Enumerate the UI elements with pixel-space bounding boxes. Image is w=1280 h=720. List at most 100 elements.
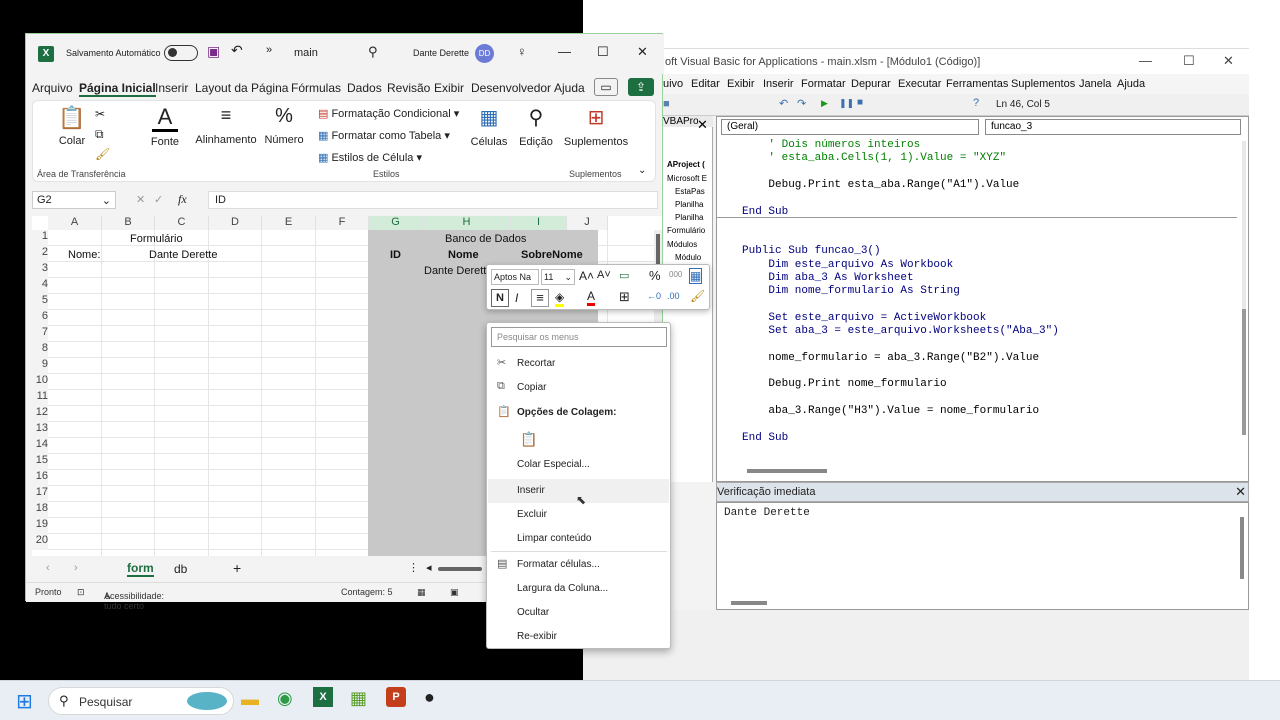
project-item[interactable]: Formulário [667,226,705,235]
menu-item-limpar[interactable]: Limpar conteúdo [517,533,592,544]
procedure-combo[interactable]: funcao_3 [985,119,1241,135]
font-color-icon[interactable]: A [587,289,596,306]
conditional-format-button[interactable]: ▤ Formatação Condicional ▾ [318,107,459,120]
code-line[interactable]: Debug.Print esta_aba.Range("A1").Value [742,179,1019,191]
project-item[interactable]: EstaPas [675,187,705,196]
vba-menu-suplementos[interactable]: Suplementos [1011,78,1075,90]
menu-item-copiar[interactable]: Copiar [517,382,546,393]
filename[interactable]: main [294,47,318,59]
row-header[interactable]: 10 [32,374,48,390]
ribbon-collapse-icon[interactable]: ⌄ [638,165,646,176]
powerpoint-icon[interactable]: P [386,687,406,707]
project-item[interactable]: Planilha [675,200,703,209]
column-header[interactable]: I [511,216,567,230]
excel-taskbar-icon[interactable]: X [313,687,333,707]
macro-record-icon[interactable]: ⊡ [77,587,85,598]
share-icon[interactable]: ⇪ [628,78,654,96]
avatar[interactable]: DD [475,44,494,63]
vba-menu-executar[interactable]: Executar [898,78,941,90]
code-line[interactable]: Public Sub funcao_3() [742,245,881,257]
tab-formulas[interactable]: Fórmulas [291,81,341,95]
close-icon[interactable]: ✕ [1223,53,1234,69]
save-icon[interactable]: ▣ [207,43,220,60]
shrink-font-icon[interactable]: A˅ [597,269,611,281]
column-header[interactable]: G [369,216,423,230]
decrease-decimal-icon[interactable]: .00 [667,291,680,301]
vba-menu-editar[interactable]: Editar [691,78,720,90]
immediate-hscrollbar[interactable] [731,601,767,605]
code-scrollbar[interactable] [1242,141,1246,435]
undo-icon[interactable]: ↶ [231,42,243,59]
fill-color-icon[interactable]: ◈ [555,290,565,307]
run-icon[interactable]: ▶ [821,98,828,109]
menu-item-formatar[interactable]: Formatar células... [517,559,600,570]
increase-decimal-icon[interactable]: ←0 [647,291,661,301]
maximize-icon[interactable]: ☐ [597,44,609,60]
borders-icon[interactable]: ⊞ [619,289,630,305]
cell-h3[interactable]: Dante Derett [424,265,486,277]
cell-nome-label[interactable]: Nome: [68,249,100,261]
cell-nome-value[interactable]: Dante Derette [149,249,217,261]
project-item[interactable]: Planilha [675,213,703,222]
taskbar-search[interactable]: ⚲ Pesquisar [48,687,234,715]
menu-item-inserir[interactable]: Inserir [517,485,545,496]
normal-view-icon[interactable]: ▦ [417,587,426,598]
column-header[interactable]: A [48,216,102,230]
vba-menu-exibir[interactable]: Exibir [727,78,755,90]
minimize-icon[interactable]: — [1139,53,1152,68]
row-header[interactable]: 4 [32,278,48,294]
cell-nome[interactable]: Nome [448,249,479,261]
row-header[interactable]: 12 [32,406,48,422]
code-line[interactable]: ' esta_aba.Cells(1, 1).Value = "XYZ" [742,152,1006,164]
paste-button[interactable]: 📋 Colar [45,105,99,147]
project-item[interactable]: Microsoft E [667,174,707,183]
addins-button[interactable]: ⊞ Suplementos [563,105,629,148]
cell-banco[interactable]: Banco de Dados [445,233,526,245]
sheet-tab-db[interactable]: db [174,562,187,576]
vba-taskbar-icon[interactable]: ▦ [350,688,367,709]
row-header[interactable]: 19 [32,518,48,534]
name-box[interactable]: G2 ⌄ [32,191,116,209]
help-icon[interactable]: ? [973,97,979,109]
object-combo[interactable]: (Geral) [721,119,979,135]
vba-menu-formatar[interactable]: Formatar [801,78,846,90]
code-line[interactable]: aba_3.Range("H3").Value = nome_formulari… [742,405,1039,417]
tab-ajuda[interactable]: Ajuda [554,81,585,95]
copy-icon[interactable]: ⧉ [95,127,104,142]
bold-button[interactable]: N [491,289,509,307]
cell-sobrenome[interactable]: SobreNome [521,249,583,261]
row-header[interactable]: 8 [32,342,48,358]
enter-icon[interactable]: ✓ [154,193,163,206]
menu-item-reexibir[interactable]: Re-exibir [517,631,557,642]
file-explorer-icon[interactable]: ▬ [241,689,259,710]
table-format-icon[interactable]: ▦ [689,268,703,284]
menu-item-largura[interactable]: Largura da Coluna... [517,583,608,594]
code-line[interactable]: ' Dois números inteiros [742,139,920,151]
vba-menu-depurar[interactable]: Depurar [851,78,891,90]
row-header[interactable]: 18 [32,502,48,518]
format-painter-icon[interactable]: 🖌 [690,289,705,303]
page-layout-icon[interactable]: ▣ [450,587,459,598]
code-line[interactable]: Dim nome_formulario As String [742,285,959,297]
lightbulb-icon[interactable]: ♀ [517,44,527,59]
column-header[interactable]: F [316,216,369,230]
row-header[interactable]: 7 [32,326,48,342]
autosave-toggle[interactable] [164,45,198,61]
row-header[interactable]: 6 [32,310,48,326]
tab-revisao[interactable]: Revisão [387,81,430,95]
menu-item-recortar[interactable]: Recortar [517,358,555,369]
vba-menu-janela[interactable]: Janela [1079,78,1111,90]
project-item[interactable]: Módulos [667,240,697,249]
comments-icon[interactable]: ▭ [594,78,618,96]
obs-icon[interactable]: ● [424,687,435,708]
menu-item-excluir[interactable]: Excluir [517,509,547,520]
column-header[interactable]: H [423,216,511,230]
alignment-button[interactable]: ≡ Alinhamento [193,105,259,146]
format-table-button[interactable]: ▦ Formatar como Tabela ▾ [318,129,450,142]
row-header[interactable]: 5 [32,294,48,310]
font-name-combo[interactable]: Aptos Na [491,269,539,285]
immediate-window[interactable]: Dante Derette [716,502,1249,610]
minimize-icon[interactable]: — [558,44,571,59]
vba-menu-inserir[interactable]: Inserir [763,78,794,90]
code-hscrollbar[interactable] [747,469,827,473]
